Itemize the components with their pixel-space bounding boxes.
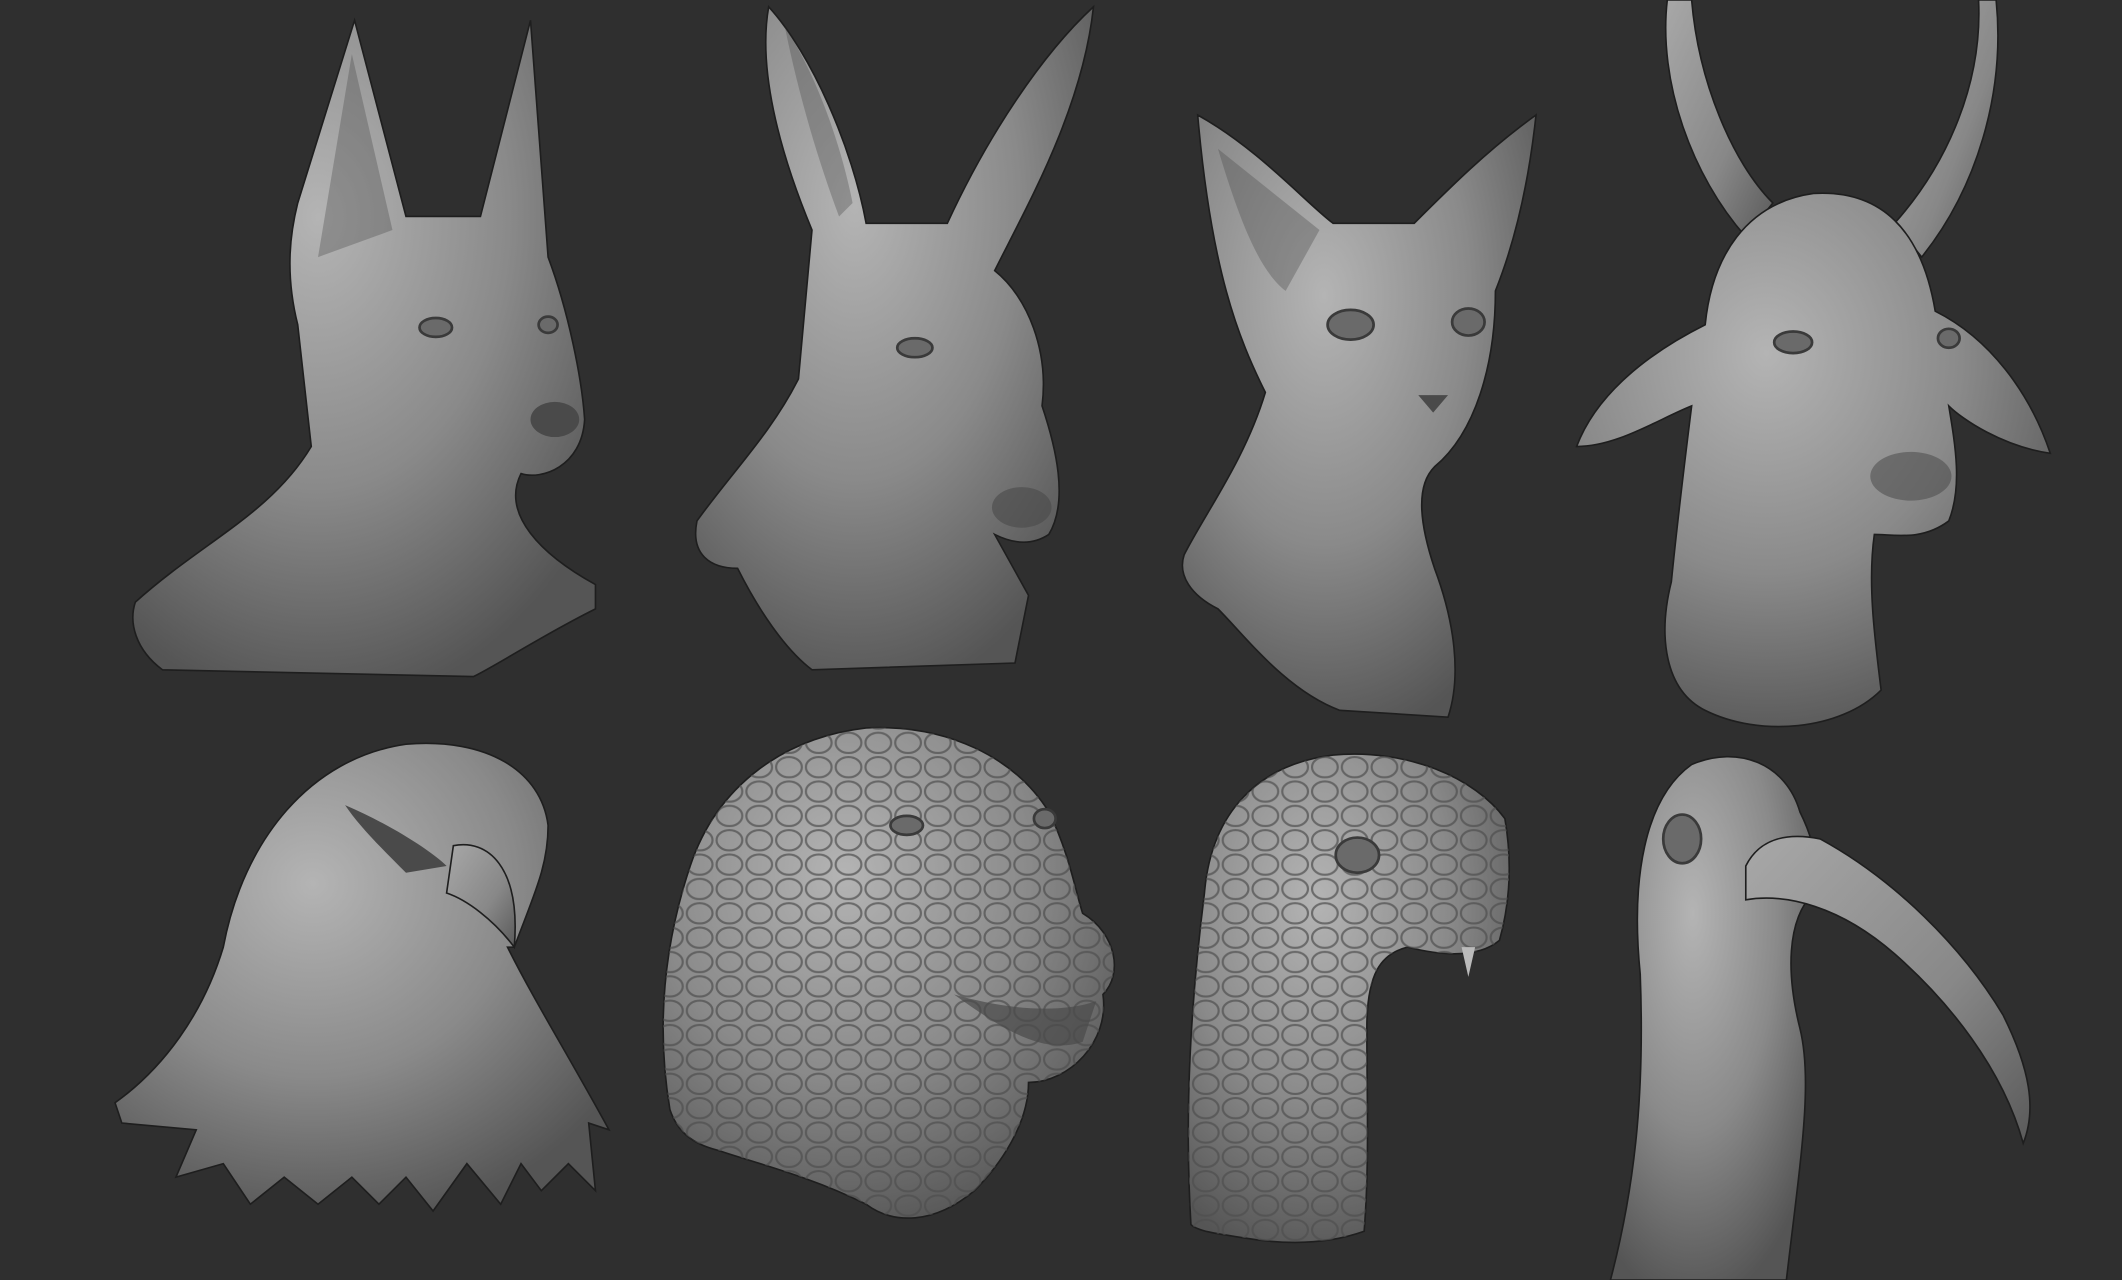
- jackal-head-sculpt: [132, 17, 597, 678]
- falcon-head-sculpt: [114, 742, 611, 1213]
- bull-head-sculpt: [1575, 0, 2052, 728]
- donkey-head-sculpt: [694, 4, 1095, 671]
- crocodile-head-sculpt: [662, 726, 1116, 1219]
- sculpt-render-canvas: [114, 0, 2052, 1280]
- cat-head-sculpt: [1181, 113, 1538, 718]
- ibis-head-sculpt: [1609, 755, 2031, 1280]
- snake-head-sculpt: [1187, 753, 1511, 1244]
